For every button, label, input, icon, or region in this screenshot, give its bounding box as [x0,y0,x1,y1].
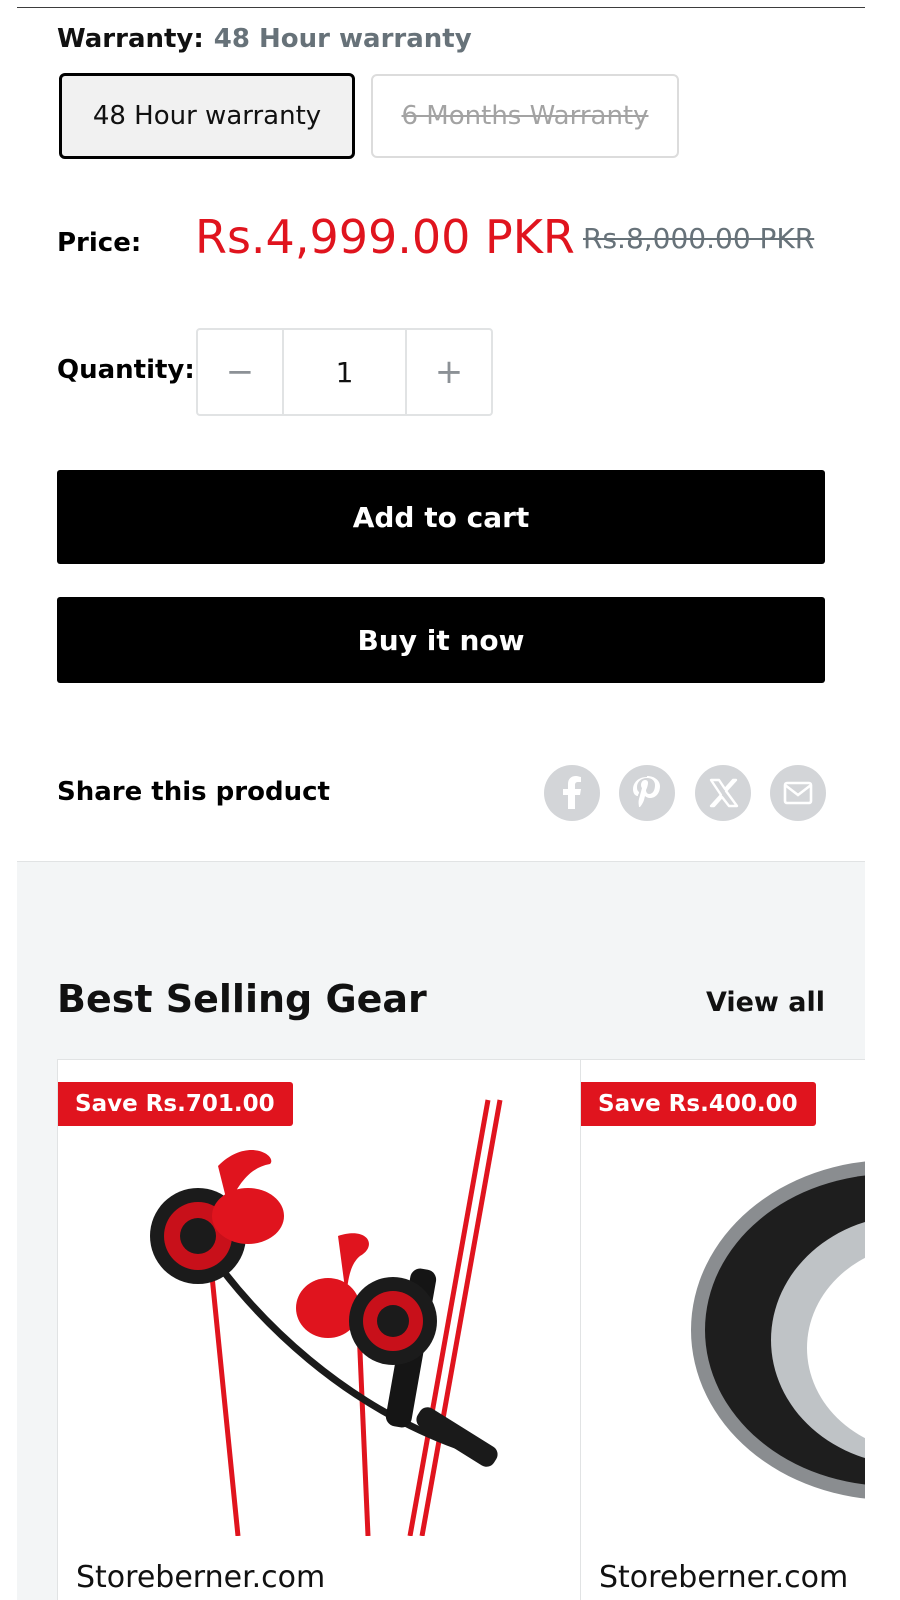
best-selling-section: Best Selling Gear View all Save Rs.701.0… [17,861,865,1600]
quantity-decrease-button[interactable]: − [198,330,282,414]
smart-ring-product-image [691,1161,865,1499]
warranty-selected-value: 48 Hour warranty [213,24,472,54]
quantity-stepper: − 1 + [196,328,493,416]
pinterest-icon[interactable] [619,765,675,821]
price-label: Price: [57,228,142,258]
warranty-option-6-months[interactable]: 6 Months Warranty [371,74,679,158]
compare-price: Rs.8,000.00 PKR [583,222,815,255]
vendor-name: Storeberner.com [599,1560,849,1595]
top-divider [17,7,865,8]
add-to-cart-button[interactable]: Add to cart [57,470,825,564]
warranty-option-48-hour[interactable]: 48 Hour warranty [59,73,355,159]
product-page: Warranty: 48 Hour warranty 48 Hour warran… [17,0,865,1600]
product-card[interactable]: Save Rs.701.00 Storeberner.com [57,1059,581,1600]
quantity-increase-button[interactable]: + [407,330,491,414]
warranty-label: Warranty: [57,24,204,54]
x-icon[interactable] [695,765,751,821]
view-all-link[interactable]: View all [706,987,825,1018]
quantity-input[interactable]: 1 [282,330,407,414]
product-card[interactable]: Save Rs.400.00 Storeberner.com [581,1059,865,1600]
section-title: Best Selling Gear [57,977,427,1021]
facebook-icon[interactable] [544,765,600,821]
quantity-label: Quantity: [57,355,195,385]
earphones-product-image [150,1099,503,1536]
share-label: Share this product [57,777,330,807]
vendor-name: Storeberner.com [76,1560,326,1595]
warranty-line: Warranty: 48 Hour warranty [57,24,472,54]
email-icon[interactable] [770,765,826,821]
buy-it-now-button[interactable]: Buy it now [57,597,825,683]
sale-price: Rs.4,999.00 PKR [195,210,575,264]
